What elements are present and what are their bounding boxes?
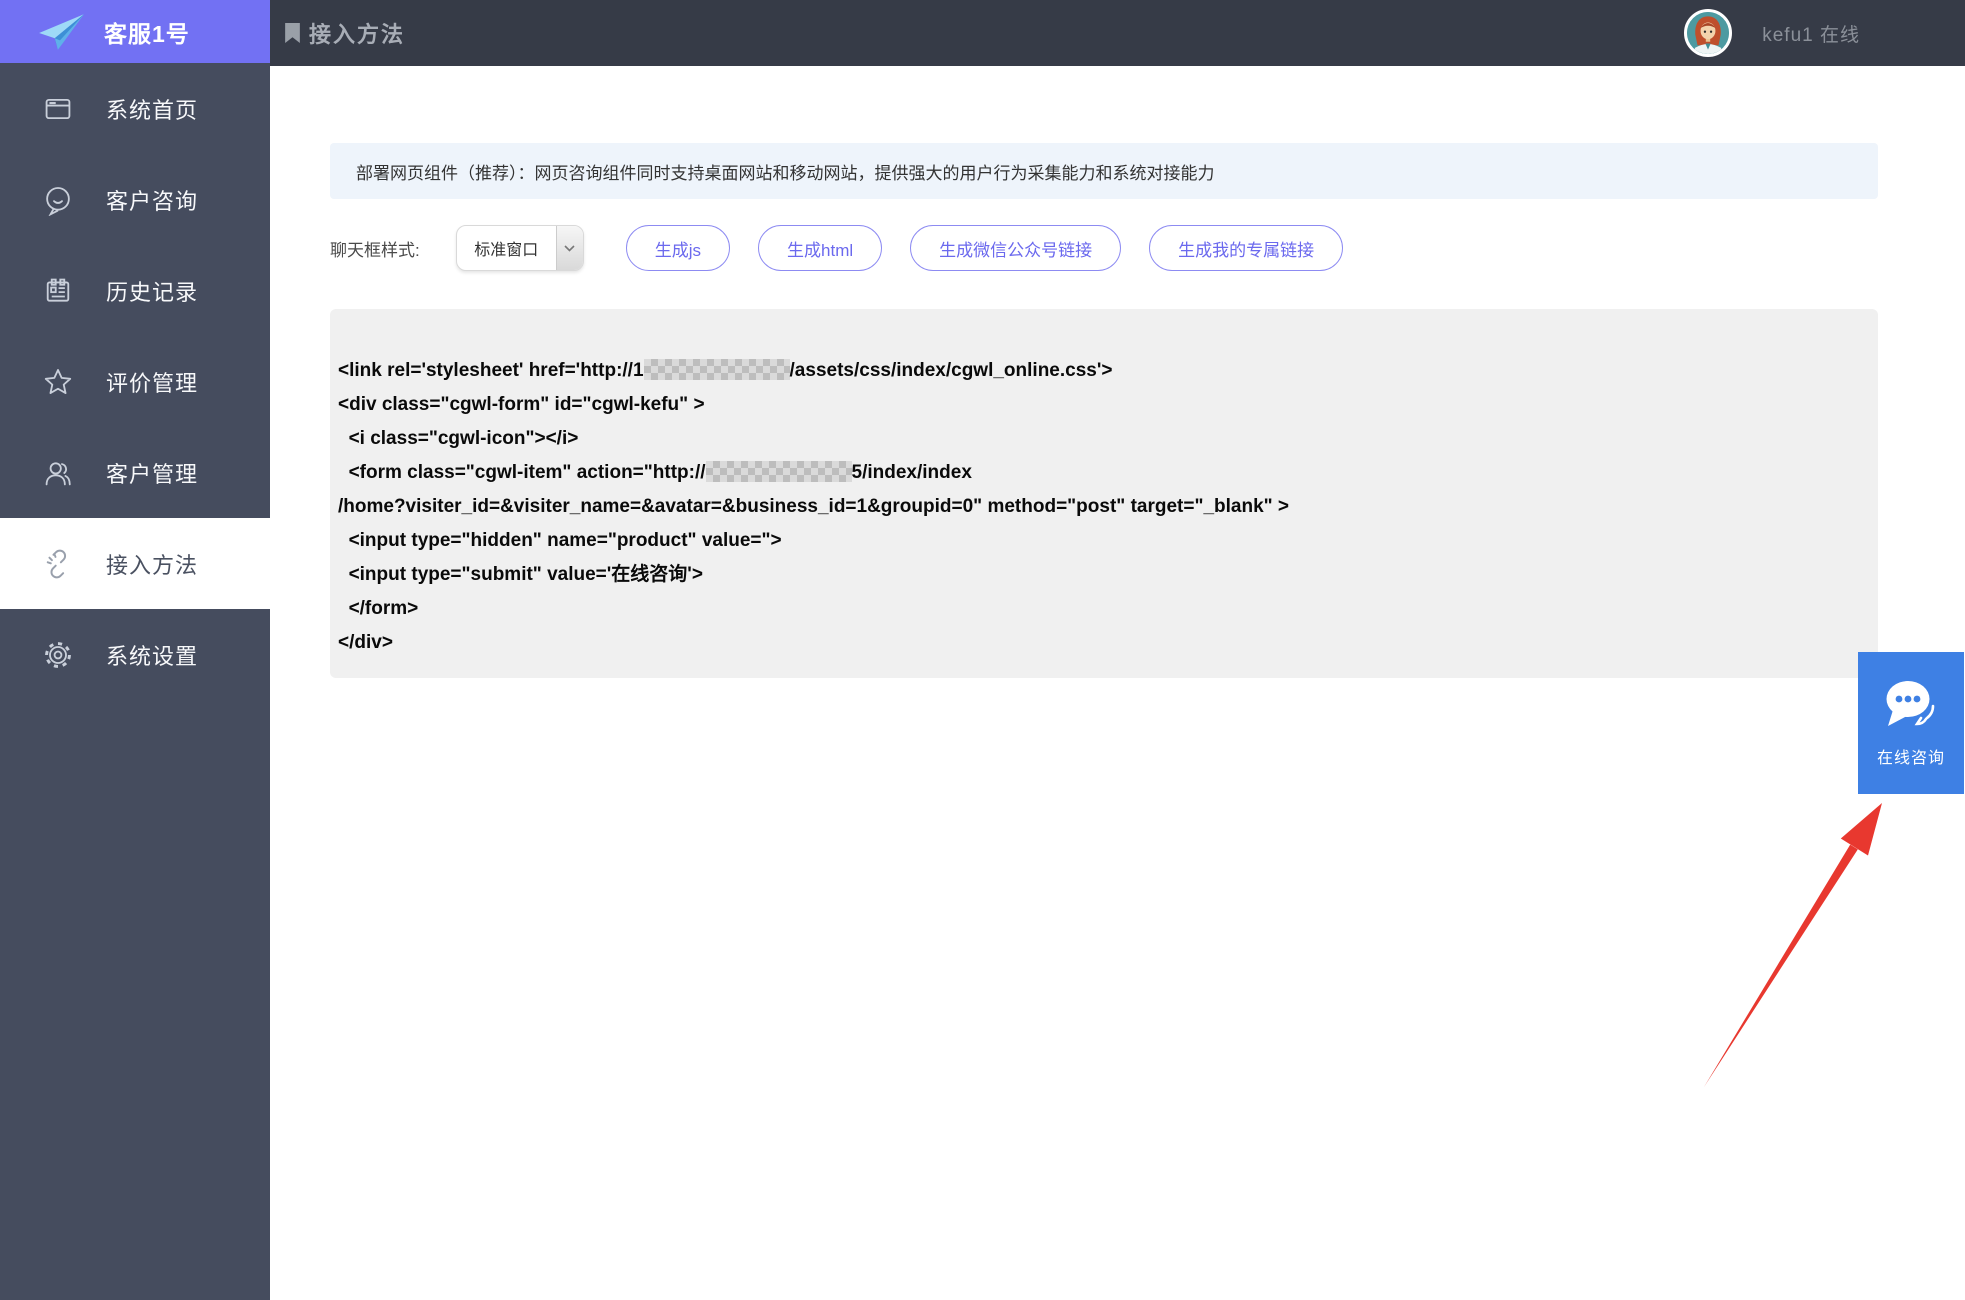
code-block: <link rel='stylesheet' href='http://1/as… — [330, 309, 1878, 678]
sidebar-item-label: 接入方法 — [106, 548, 198, 580]
sidebar-nav: 系统首页 客户咨询 历史记录 — [0, 63, 270, 700]
censored-region — [706, 461, 852, 482]
gear-icon — [42, 639, 74, 671]
chat-style-label: 聊天框样式: — [330, 236, 420, 261]
sidebar-item-label: 系统设置 — [106, 639, 198, 671]
sidebar-item-customer-manage[interactable]: 客户管理 — [0, 427, 270, 518]
red-annotation-arrow — [1692, 795, 1892, 1095]
bookmark-icon — [284, 23, 301, 44]
page-title: 接入方法 — [309, 17, 405, 49]
code-line: <form class="cgwl-item" action="http://5… — [338, 456, 1858, 490]
app-logo: 客服1号 — [0, 0, 270, 63]
sidebar-item-label: 评价管理 — [106, 366, 198, 398]
info-banner: 部署网页组件（推荐）：网页咨询组件同时支持桌面网站和移动网站，提供强大的用户行为… — [330, 143, 1878, 199]
users-icon — [42, 457, 74, 489]
avatar[interactable] — [1684, 9, 1732, 57]
sidebar-item-customer-consult[interactable]: 客户咨询 — [0, 154, 270, 245]
topbar: 接入方法 kefu1 在线 — [270, 0, 1965, 66]
sidebar-item-label: 历史记录 — [106, 275, 198, 307]
star-icon — [42, 366, 74, 398]
chevron-down-icon — [556, 226, 583, 270]
sidebar: 客服1号 系统首页 客户咨询 — [0, 0, 270, 1300]
dropdown-value: 标准窗口 — [457, 226, 556, 270]
sidebar-item-label: 客户管理 — [106, 457, 198, 489]
sidebar-item-rating[interactable]: 评价管理 — [0, 336, 270, 427]
user-status: kefu1 在线 — [1762, 20, 1860, 47]
sidebar-item-label: 客户咨询 — [106, 184, 198, 216]
code-line: </form> — [338, 592, 1858, 626]
generate-html-button[interactable]: 生成html — [758, 225, 882, 271]
code-line: </div> — [338, 626, 1858, 660]
code-line: /home?visiter_id=&visiter_name=&avatar=&… — [338, 490, 1858, 524]
sidebar-item-settings[interactable]: 系统设置 — [0, 609, 270, 700]
generate-wechat-link-button[interactable]: 生成微信公众号链接 — [910, 225, 1121, 271]
link-icon — [42, 548, 74, 580]
app-title: 客服1号 — [104, 15, 190, 49]
chat-smile-icon — [42, 184, 74, 216]
home-window-icon — [42, 93, 74, 125]
censored-region — [644, 359, 790, 380]
user-area: kefu1 在线 — [1684, 0, 1860, 66]
generate-exclusive-link-button[interactable]: 生成我的专属链接 — [1149, 225, 1343, 271]
code-line: <i class="cgwl-icon"></i> — [338, 422, 1858, 456]
sidebar-item-system-home[interactable]: 系统首页 — [0, 63, 270, 154]
code-line: <div class="cgwl-form" id="cgwl-kefu" > — [338, 388, 1858, 422]
generate-js-button[interactable]: 生成js — [626, 225, 730, 271]
chat-style-row: 聊天框样式: 标准窗口 生成js 生成html 生成微信公众号链接 生成我的专属… — [330, 225, 1371, 271]
code-line: <input type="hidden" name="product" valu… — [338, 524, 1858, 558]
history-notes-icon — [42, 275, 74, 307]
code-line: <input type="submit" value='在线咨询'> — [338, 558, 1858, 592]
online-chat-widget[interactable]: 在线咨询 — [1858, 652, 1964, 794]
sidebar-item-label: 系统首页 — [106, 93, 198, 125]
code-line: <link rel='stylesheet' href='http://1/as… — [338, 354, 1858, 388]
paper-plane-icon — [36, 11, 86, 53]
widget-label: 在线咨询 — [1877, 744, 1945, 768]
chat-style-dropdown[interactable]: 标准窗口 — [456, 225, 584, 271]
sidebar-item-access-method[interactable]: 接入方法 — [0, 518, 270, 609]
chat-bubble-icon — [1880, 676, 1942, 734]
sidebar-item-history[interactable]: 历史记录 — [0, 245, 270, 336]
